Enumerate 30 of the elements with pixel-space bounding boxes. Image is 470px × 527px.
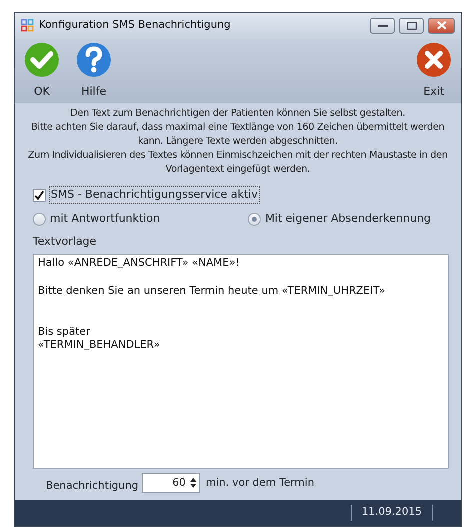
field-label: Benachrichtigung — [46, 478, 140, 494]
close-button[interactable] — [428, 18, 455, 34]
info-text: Den Text zum Benachrichtigen der Patienten können Sie selbst gestalten. — [70, 107, 406, 122]
help-icon — [76, 42, 112, 78]
app-icon — [21, 19, 34, 32]
maximize-icon — [406, 22, 416, 30]
info-text: Bitte achten Sie darauf, dass maximal eine Textlänge von 160 Zeichen übermittelt werden kann. Längere Texte werden abgeschnitten. — [30, 121, 446, 150]
maximize-button[interactable] — [399, 18, 424, 34]
checkmark-icon — [34, 190, 45, 201]
radio-button[interactable] — [33, 213, 46, 226]
checkbox-label[interactable]: SMS - Benachrichtigungsservice aktiv — [50, 186, 259, 204]
status-date: 11.09.2015 — [350, 505, 433, 522]
close-icon — [416, 42, 452, 78]
checkbox[interactable] — [33, 188, 46, 202]
help-button[interactable]: Hilfe — [75, 42, 113, 104]
ok-button[interactable]: OK — [23, 42, 61, 104]
radio-label[interactable]: Mit eigener Absenderkennung — [265, 211, 431, 228]
checkmark-icon — [24, 42, 60, 78]
window-title: Konfiguration SMS Benachrichtigung — [39, 18, 231, 33]
radio-label[interactable]: mit Antwortfunktion — [50, 211, 160, 228]
template-text-area[interactable]: Hallo «ANREDE_ANSCHRIFT» «NAME»! Bitte denken Sie an unseren Termin heute um «TERMIN_UHRZEIT» Bis später «TERMIN_BEHANDLER» — [33, 254, 449, 469]
field-label: Textvorlage — [32, 234, 98, 250]
radio-button[interactable] — [248, 213, 262, 226]
minimize-button[interactable] — [370, 18, 395, 34]
minutes-spinner[interactable]: 60 — [142, 473, 200, 494]
spinner-arrows-icon[interactable] — [190, 477, 197, 490]
close-icon — [436, 21, 446, 30]
unit-label: min. vor dem Termin — [206, 476, 314, 491]
exit-button[interactable]: Exit — [415, 42, 453, 104]
info-text: Zum Individualisieren des Textes können Einmischzeichen mit der rechten Maustaste in den Vorlagentext eingefügt werden. — [27, 149, 449, 177]
